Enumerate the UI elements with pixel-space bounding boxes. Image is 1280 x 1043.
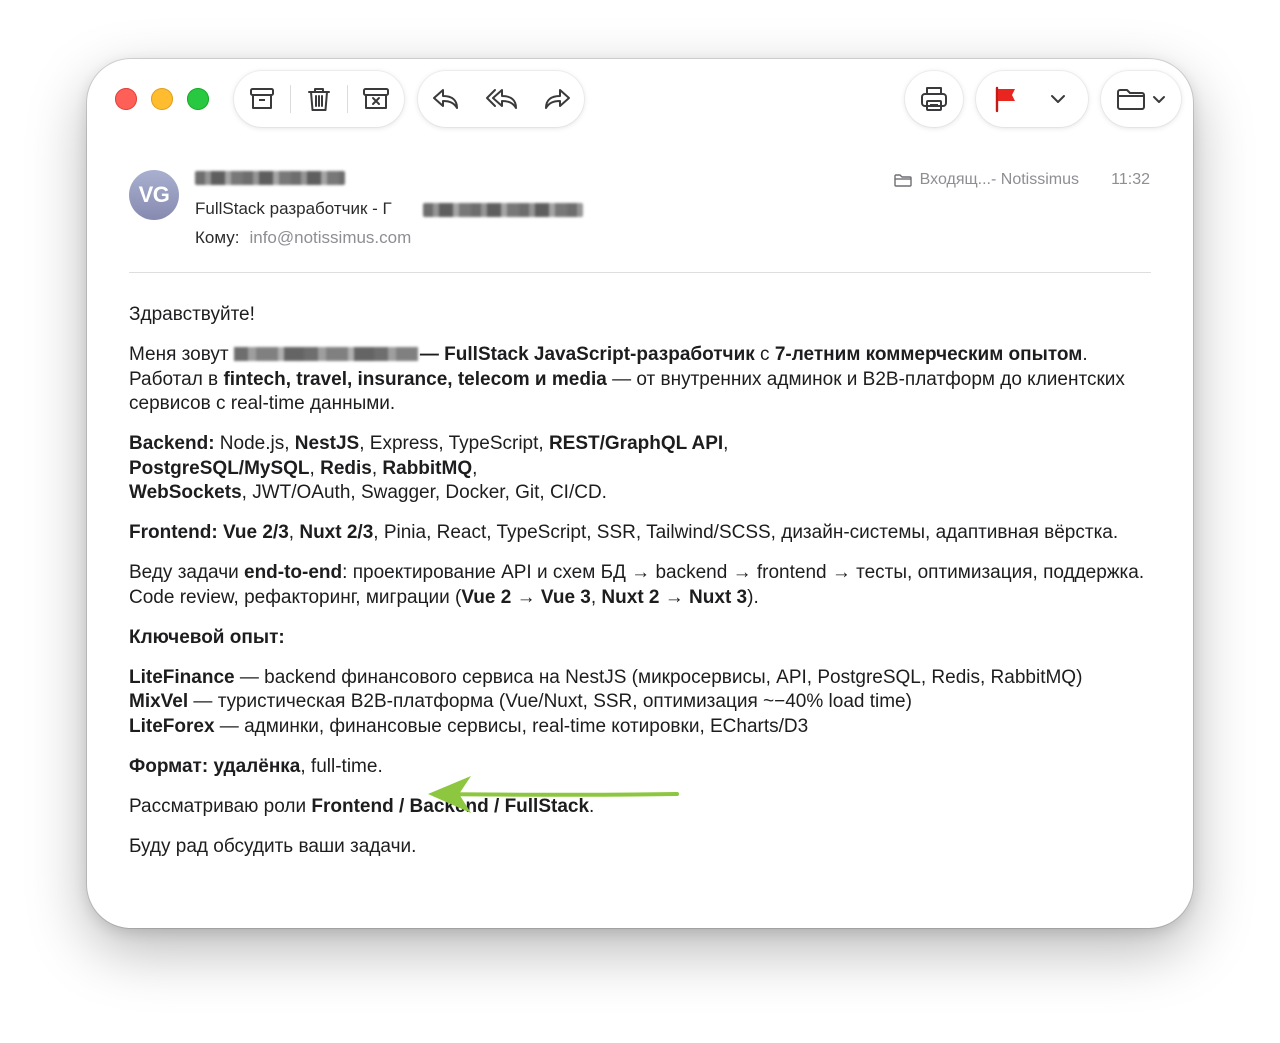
move-toolbar-group xyxy=(1101,71,1181,127)
print-toolbar-group xyxy=(905,71,963,127)
move-to-folder-button[interactable] xyxy=(1101,71,1181,127)
chevron-down-icon xyxy=(1153,95,1165,103)
message-subject: FullStack разработчик - Г xyxy=(195,199,392,218)
key-experience-heading: Ключевой опыт: xyxy=(129,626,285,648)
redacted-name xyxy=(233,346,418,361)
junk-icon xyxy=(363,88,389,109)
mailbox-name: Входящ...- Notissimus xyxy=(919,171,1079,188)
flag-icon xyxy=(995,86,1015,113)
trash-icon xyxy=(308,88,330,111)
reply-icon xyxy=(433,89,458,109)
recipient-row: Кому: info@notissimus.com xyxy=(195,228,411,248)
frontend-paragraph: Frontend: Vue 2/3, Nuxt 2/3, Pinia, Reac… xyxy=(129,522,1119,544)
flag-menu-button[interactable] xyxy=(1036,71,1080,127)
avatar: VG xyxy=(129,170,179,220)
folder-icon xyxy=(893,174,912,187)
chevron-down-icon xyxy=(1051,95,1065,103)
trash-button[interactable] xyxy=(291,71,347,127)
redacted-sender-name xyxy=(195,171,345,185)
list-item: LiteFinance — backend финансового сервис… xyxy=(129,666,1083,688)
message-time: 11:32 xyxy=(1111,171,1150,188)
list-item: MixVel — туристическая B2B-платформа (Vu… xyxy=(129,691,912,713)
reply-button[interactable] xyxy=(418,71,474,127)
mail-window: VG FullStack разработчик - Г Кому: info@n… xyxy=(87,59,1193,928)
to-label: Кому: xyxy=(195,228,240,247)
archive-button[interactable] xyxy=(234,71,290,127)
window-controls xyxy=(115,88,209,110)
junk-button[interactable] xyxy=(348,71,404,127)
recipient-address[interactable]: info@notissimus.com xyxy=(249,228,411,247)
experience-list: LiteFinance — backend финансового сервис… xyxy=(129,666,1159,740)
close-window-button[interactable] xyxy=(115,88,137,110)
backend-paragraph: Backend: Node.js, NestJS, Express, TypeS… xyxy=(129,433,729,504)
list-item: LiteForex — админки, финансовые сервисы,… xyxy=(129,716,809,738)
closing-line: Буду рад обсудить ваши задачи. xyxy=(129,836,417,858)
intro-paragraph: Меня зовут — FullStack JavaScript-разраб… xyxy=(129,343,1125,415)
flag-button[interactable] xyxy=(976,71,1036,127)
forward-icon xyxy=(545,89,570,109)
folder-icon xyxy=(1117,89,1145,110)
archive-icon xyxy=(250,88,274,109)
greeting: Здравствуйте! xyxy=(129,304,255,325)
flag-toolbar-group xyxy=(976,71,1088,127)
delete-toolbar-group xyxy=(234,71,404,127)
header-divider xyxy=(129,272,1151,273)
forward-button[interactable] xyxy=(530,71,584,127)
redacted-subject-text xyxy=(423,203,583,217)
mailbox-label: Входящ...- Notissimus xyxy=(893,171,1079,189)
reply-all-button[interactable] xyxy=(474,71,530,127)
print-icon xyxy=(921,87,947,111)
zoom-window-button[interactable] xyxy=(187,88,209,110)
reply-all-icon xyxy=(486,89,517,109)
minimize-window-button[interactable] xyxy=(151,88,173,110)
annotation-arrow-icon xyxy=(428,776,679,813)
reply-toolbar-group xyxy=(418,71,584,127)
print-button[interactable] xyxy=(905,71,963,127)
tasks-paragraph: Веду задачи end-to-end: проектирование A… xyxy=(129,562,1145,608)
